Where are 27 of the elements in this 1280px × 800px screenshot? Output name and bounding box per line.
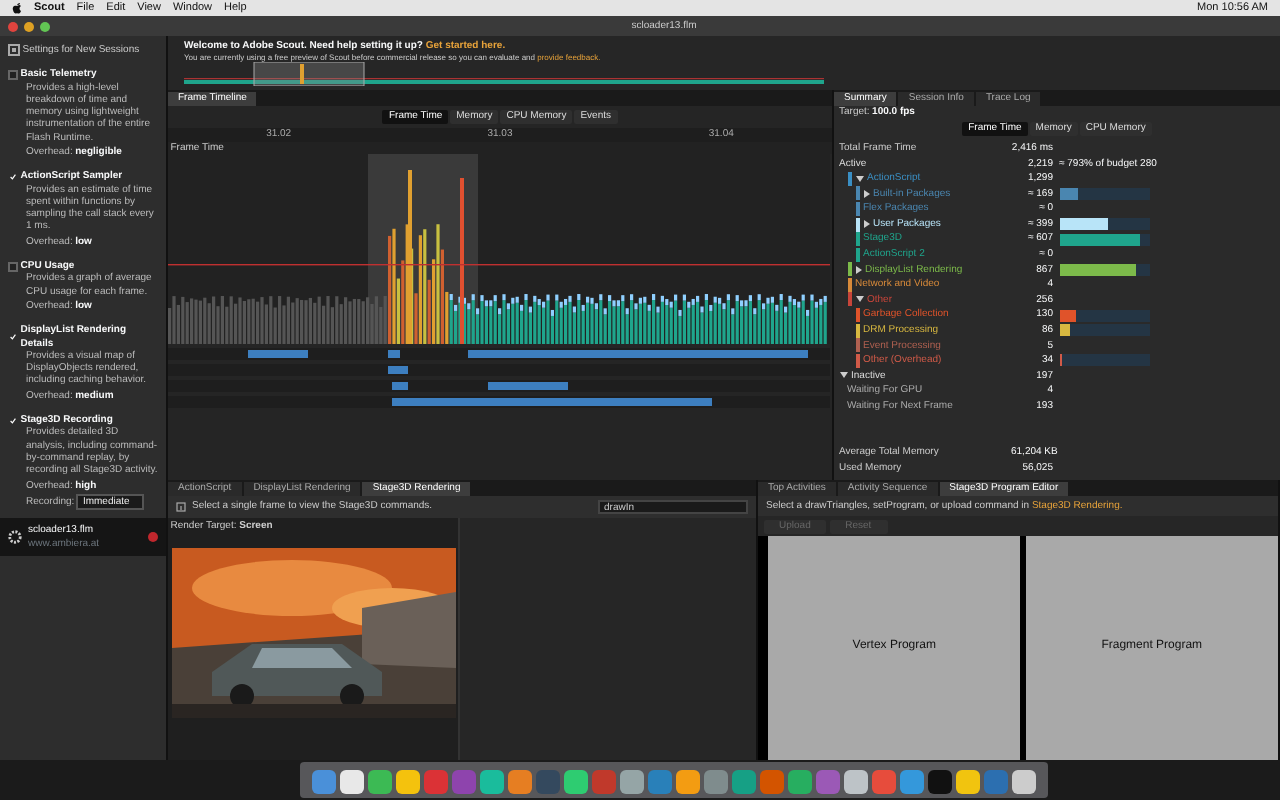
- app-icon[interactable]: [396, 770, 420, 794]
- caret-icon[interactable]: [855, 296, 863, 303]
- frame-time-drawing[interactable]: [168, 154, 830, 345]
- app-icon[interactable]: [508, 770, 532, 794]
- app-icon[interactable]: [844, 770, 868, 794]
- apple-logo-icon[interactable]: [12, 2, 22, 14]
- app-icon[interactable]: [564, 770, 588, 794]
- app-icon[interactable]: [788, 770, 812, 794]
- caret-icon[interactable]: [839, 372, 847, 379]
- checkbox[interactable]: [8, 69, 18, 80]
- app-icon[interactable]: [368, 770, 392, 794]
- record-icon[interactable]: [148, 532, 158, 542]
- app-icon[interactable]: [340, 770, 364, 794]
- app-icon[interactable]: [928, 770, 952, 794]
- overview-drawing[interactable]: [184, 62, 824, 87]
- app-icon[interactable]: [956, 770, 980, 794]
- app-icon[interactable]: [676, 770, 700, 794]
- checkbox[interactable]: [8, 261, 18, 272]
- gear-icon[interactable]: [8, 530, 22, 544]
- zoom-window-button[interactable]: [40, 21, 50, 31]
- app-icon[interactable]: [620, 770, 644, 794]
- close-window-button[interactable]: [8, 21, 18, 31]
- app-icon[interactable]: [1012, 770, 1036, 794]
- settings-icon[interactable]: [8, 44, 20, 57]
- info-icon: [176, 502, 186, 512]
- app-icon[interactable]: [480, 770, 504, 794]
- minimize-window-button[interactable]: [24, 21, 34, 31]
